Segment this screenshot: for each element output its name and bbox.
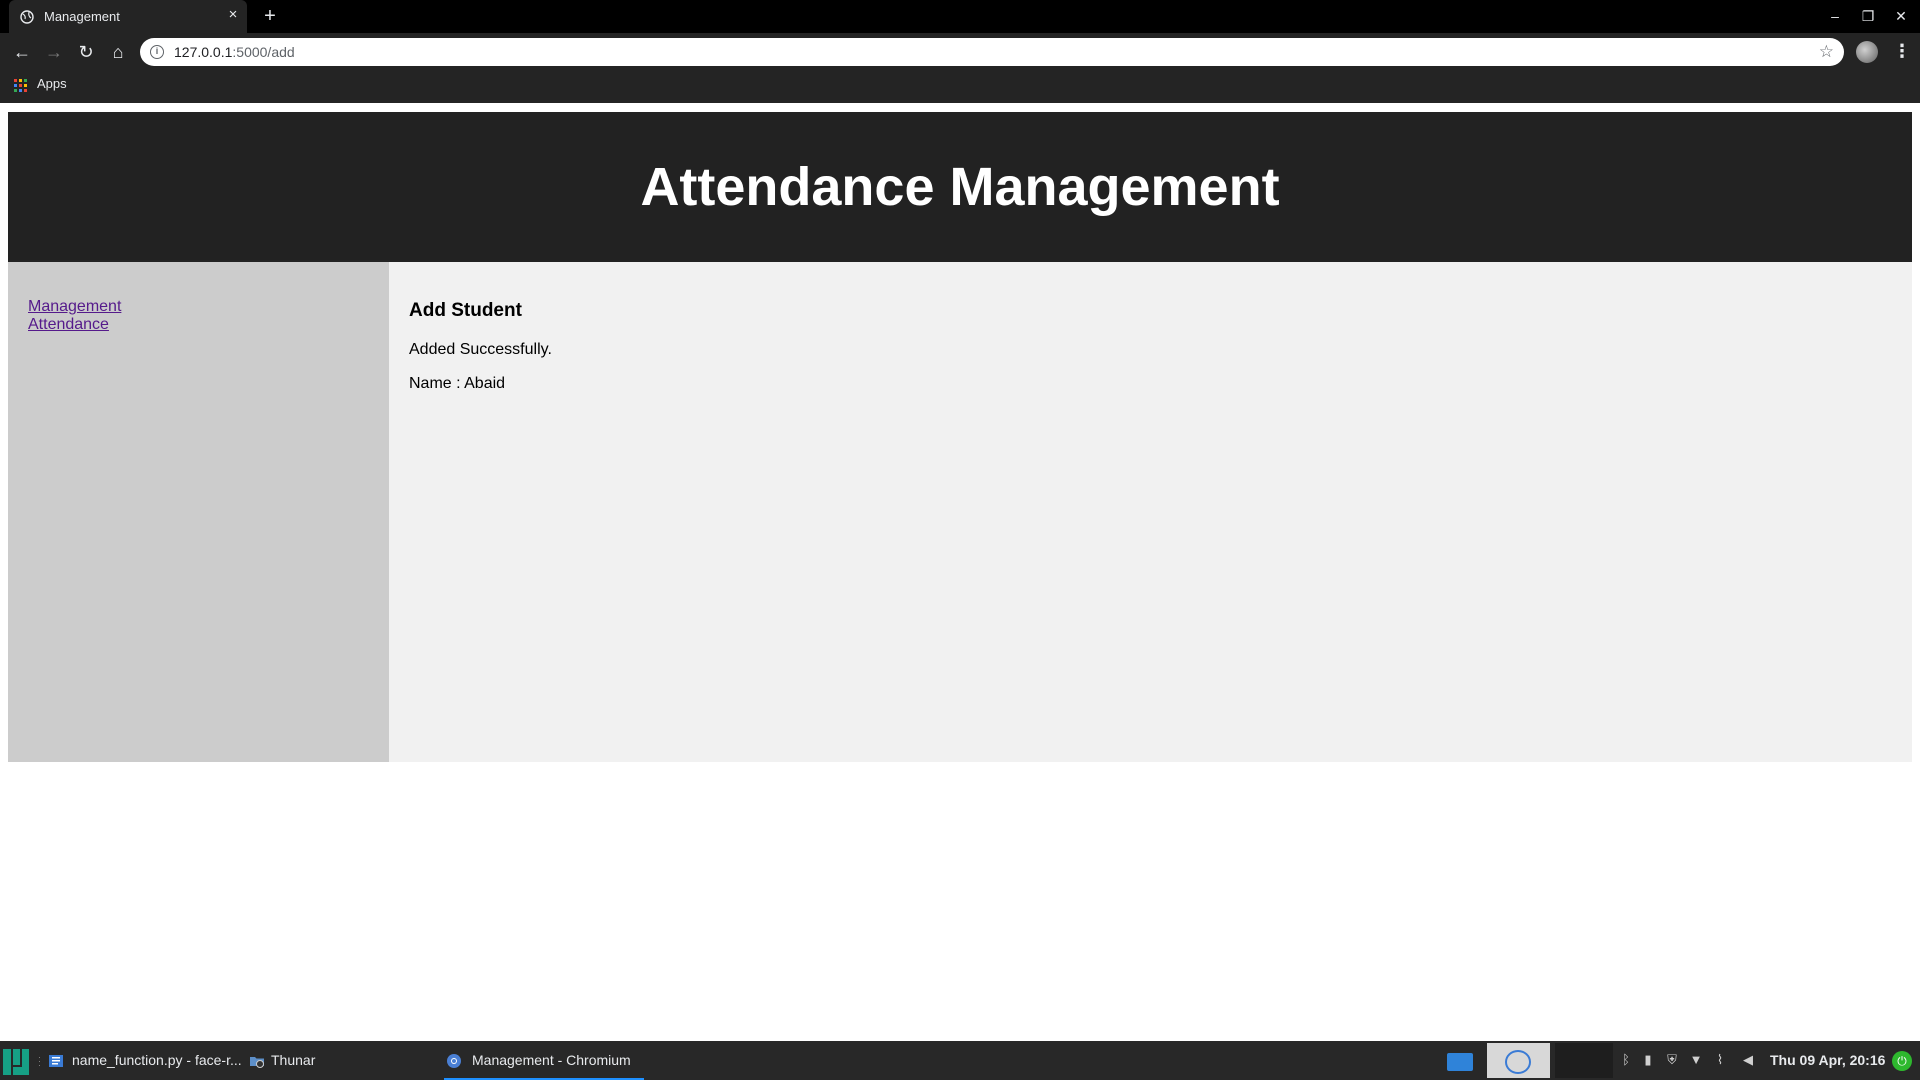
new-tab-button[interactable]: +: [260, 6, 280, 26]
taskbar: · · · name_function.py - face-r... Thunar …: [0, 1041, 1920, 1080]
site-header: Attendance Management: [8, 112, 1912, 262]
forward-button[interactable]: →: [42, 40, 66, 64]
taskbar-item-label: Management - Chromium: [472, 1052, 631, 1068]
browser-toolbar: ← → ↻ ⌂ i 127.0.0.1:5000/add ☆ ⋮ Apps: [0, 33, 1920, 103]
taskbar-item-thunar[interactable]: Thunar: [247, 1041, 347, 1080]
taskbar-item-label: name_function.py - face-r...: [72, 1052, 242, 1068]
minimize-button[interactable]: –: [1826, 7, 1844, 25]
power-icon[interactable]: ⏻: [1892, 1051, 1912, 1071]
reload-button[interactable]: ↻: [74, 40, 98, 64]
workspace-3[interactable]: [1555, 1043, 1613, 1078]
info-icon[interactable]: i: [150, 45, 164, 59]
browser-tab[interactable]: Management ×: [9, 0, 247, 33]
folder-icon: [250, 1057, 264, 1068]
main-content: Add Student Added Successfully. Name : A…: [389, 262, 1912, 762]
apps-bookmark[interactable]: Apps: [37, 76, 67, 91]
wifi-icon[interactable]: ▼: [1688, 1052, 1704, 1068]
close-window-button[interactable]: ✕: [1892, 7, 1910, 25]
taskbar-item-editor[interactable]: name_function.py - face-r...: [46, 1041, 242, 1080]
sidebar-link-attendance[interactable]: Attendance: [28, 316, 121, 334]
taskbar-item-chromium[interactable]: Management - Chromium: [444, 1041, 644, 1080]
page-title: Attendance Management: [640, 157, 1280, 217]
web-page: Attendance Management Management Attenda…: [0, 103, 1920, 1041]
battery-icon[interactable]: ▮: [1640, 1052, 1656, 1068]
tab-strip: Management × + – ❐ ✕: [0, 0, 1920, 33]
clock[interactable]: Thu 09 Apr, 20:16: [1770, 1052, 1885, 1068]
workspace-1[interactable]: [1447, 1053, 1473, 1071]
avatar[interactable]: [1856, 41, 1878, 63]
text-editor-icon: [49, 1055, 63, 1067]
url-host: 127.0.0.1: [174, 44, 233, 60]
section-heading: Add Student: [409, 300, 522, 321]
shield-icon[interactable]: ⛨: [1664, 1052, 1680, 1068]
home-button[interactable]: ⌂: [106, 40, 130, 64]
url-path: :5000/add: [232, 44, 295, 60]
taskbar-item-label: Thunar: [271, 1052, 316, 1068]
success-message: Added Successfully.: [409, 341, 552, 358]
volume-icon[interactable]: ◀: [1740, 1052, 1756, 1068]
sidebar-links: Management Attendance: [28, 298, 121, 334]
taskbar-handle: · · ·: [38, 1052, 41, 1070]
close-tab-icon[interactable]: ×: [225, 7, 241, 23]
star-icon[interactable]: ☆: [1819, 42, 1834, 62]
apps-grid-icon[interactable]: [14, 79, 27, 92]
bluetooth-icon[interactable]: ᛒ: [1618, 1052, 1634, 1068]
address-url[interactable]: 127.0.0.1:5000/add: [174, 44, 295, 60]
tab-title: Management: [44, 9, 120, 24]
sidebar: Management Attendance: [8, 262, 389, 762]
browser-menu-button[interactable]: ⋮: [1893, 39, 1911, 63]
maximize-button[interactable]: ❐: [1859, 7, 1877, 25]
manjaro-logo-icon[interactable]: [3, 1049, 29, 1075]
address-bar[interactable]: i 127.0.0.1:5000/add ☆: [140, 38, 1844, 66]
chromium-icon: [447, 1054, 461, 1068]
paperclip-icon[interactable]: ⌇: [1712, 1052, 1728, 1068]
back-button[interactable]: ←: [10, 40, 34, 64]
globe-icon: [20, 10, 34, 24]
chromium-icon: [1505, 1050, 1531, 1074]
student-name: Name : Abaid: [409, 375, 506, 392]
sidebar-link-management[interactable]: Management: [28, 298, 121, 316]
